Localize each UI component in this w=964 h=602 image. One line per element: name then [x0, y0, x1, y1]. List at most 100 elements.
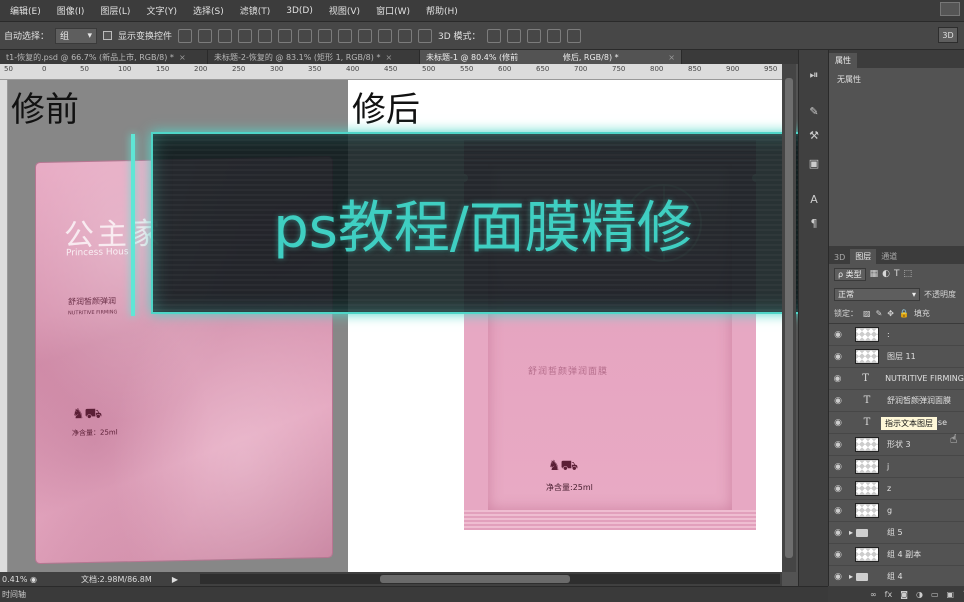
menu-3d[interactable]: 3D(D): [278, 6, 321, 16]
history-icon[interactable]: ⏯: [805, 66, 823, 84]
menu-select[interactable]: 选择(S): [185, 4, 232, 17]
layer-row[interactable]: ◉ j: [829, 456, 964, 478]
eye-icon[interactable]: ◉: [829, 528, 847, 538]
menu-edit[interactable]: 编辑(E): [2, 4, 49, 17]
close-icon[interactable]: ×: [179, 53, 186, 62]
scroll-thumb[interactable]: [380, 575, 570, 583]
eye-icon[interactable]: ◉: [829, 374, 846, 384]
rotate-3d-icon[interactable]: [486, 28, 501, 43]
eye-icon[interactable]: ◉: [829, 440, 847, 450]
filter-text-icon[interactable]: T: [894, 269, 900, 279]
menu-help[interactable]: 帮助(H): [418, 4, 466, 17]
adjustment-icon[interactable]: ◑: [916, 590, 923, 599]
eye-icon[interactable]: ◉: [829, 330, 847, 340]
link-icon[interactable]: ∞: [870, 590, 877, 599]
expand-arrow-icon[interactable]: ▸: [849, 572, 853, 581]
filter-kind-select[interactable]: ρ 类型: [834, 267, 866, 281]
align-top-icon[interactable]: [178, 28, 193, 43]
close-icon[interactable]: ×: [385, 53, 392, 62]
distribute-middle-icon[interactable]: [318, 28, 333, 43]
menu-view[interactable]: 视图(V): [321, 4, 368, 17]
lock-paint-icon[interactable]: ✎: [876, 309, 883, 318]
align-middle-icon[interactable]: [198, 28, 213, 43]
drag-3d-icon[interactable]: [526, 28, 541, 43]
lock-all-icon[interactable]: 🔒: [899, 309, 909, 318]
align-center-icon[interactable]: [258, 28, 273, 43]
document-tab[interactable]: 未标题-2-恢复的 @ 83.1% (矩形 1, RGB/8) * ×: [208, 50, 420, 64]
show-transform-checkbox[interactable]: [103, 31, 113, 40]
mask-icon[interactable]: ◙: [900, 590, 908, 599]
eye-icon[interactable]: ◉: [829, 352, 847, 362]
align-right-icon[interactable]: [278, 28, 293, 43]
3d-button[interactable]: 3D: [938, 27, 958, 43]
distribute-right-icon[interactable]: [398, 28, 413, 43]
layer-row[interactable]: ◉ g: [829, 500, 964, 522]
distribute-left-icon[interactable]: [358, 28, 373, 43]
layer-row[interactable]: ◉ 组 4 副本: [829, 544, 964, 566]
clone-source-icon[interactable]: ▣: [805, 154, 823, 172]
vertical-scrollbar[interactable]: [782, 64, 796, 572]
expand-arrow-icon[interactable]: ▸: [849, 528, 853, 537]
menu-filter[interactable]: 滤镜(T): [232, 4, 279, 17]
tools-icon[interactable]: ⚒: [805, 126, 823, 144]
filter-pixel-icon[interactable]: ▦: [870, 269, 879, 279]
document-tab[interactable]: t1-恢复的.psd @ 66.7% (新品上市, RGB/8) * ×: [0, 50, 208, 64]
timeline-tab[interactable]: 时间轴: [2, 589, 26, 600]
new-group-icon[interactable]: ▭: [931, 590, 939, 599]
lock-pixels-icon[interactable]: ▨: [863, 309, 871, 318]
layer-row[interactable]: ◉ z: [829, 478, 964, 500]
tab-layers[interactable]: 图层: [850, 249, 877, 264]
scale-3d-icon[interactable]: [566, 28, 581, 43]
status-bar: 0.41% ◉ 文档:2.98M/86.8M ▶: [0, 572, 782, 586]
menu-image[interactable]: 图像(I): [49, 4, 93, 17]
eye-icon[interactable]: ◉: [829, 462, 847, 472]
character-icon[interactable]: A: [805, 190, 823, 208]
layer-row[interactable]: ◉ T 舒润皙颜弹润面膜: [829, 390, 964, 412]
menu-window[interactable]: 窗口(W): [368, 4, 418, 17]
filter-shape-icon[interactable]: ⬚: [904, 269, 913, 279]
lock-position-icon[interactable]: ✥: [887, 309, 894, 318]
roll-3d-icon[interactable]: [506, 28, 521, 43]
layer-row[interactable]: ◉ ▸ 组 4: [829, 566, 964, 588]
layer-row[interactable]: ◉ ▸ 组 5: [829, 522, 964, 544]
horizontal-scrollbar[interactable]: [200, 574, 780, 584]
close-icon[interactable]: ×: [668, 53, 675, 62]
menu-type[interactable]: 文字(Y): [138, 4, 185, 17]
eye-icon[interactable]: ◉: [829, 396, 847, 406]
layer-row[interactable]: ◉ 形状 3: [829, 434, 964, 456]
menu-layer[interactable]: 图层(L): [92, 4, 138, 17]
zoom-level[interactable]: 0.41%: [0, 575, 30, 584]
fx-icon[interactable]: fx: [885, 590, 893, 599]
document-tab-active[interactable]: 未标题-1 @ 80.4% (修前 修后, RGB/8) * ×: [420, 50, 682, 64]
auto-select-dropdown[interactable]: 组 ▾: [55, 27, 98, 44]
eye-icon[interactable]: ◉: [829, 418, 847, 428]
layer-row[interactable]: ◉:: [829, 324, 964, 346]
blend-mode-select[interactable]: 正常 ▾: [834, 287, 920, 301]
ruler-tick-label: 150: [156, 65, 170, 73]
align-left-icon[interactable]: [238, 28, 253, 43]
auto-align-icon[interactable]: [418, 28, 433, 43]
filter-adjust-icon[interactable]: ◐: [882, 269, 890, 279]
eye-icon[interactable]: ◉: [829, 484, 847, 494]
tab-3d[interactable]: 3D: [829, 251, 850, 264]
eye-icon[interactable]: ◉: [829, 506, 847, 516]
align-bottom-icon[interactable]: [218, 28, 233, 43]
window-control-button[interactable]: [940, 2, 960, 16]
eye-icon[interactable]: ◉: [829, 572, 847, 582]
eye-icon[interactable]: ◉: [829, 550, 847, 560]
new-layer-icon[interactable]: ▣: [947, 590, 955, 599]
scroll-thumb[interactable]: [785, 78, 793, 558]
layer-row[interactable]: ◉ 图层 11: [829, 346, 964, 368]
properties-tab[interactable]: 属性: [829, 53, 857, 68]
status-menu-icon[interactable]: ◉: [30, 575, 37, 584]
distribute-bottom-icon[interactable]: [338, 28, 353, 43]
layer-row[interactable]: ◉ T NUTRITIVE FIRMING: [829, 368, 964, 390]
distribute-center-icon[interactable]: [378, 28, 393, 43]
slide-3d-icon[interactable]: [546, 28, 561, 43]
ruler-tick-label: 250: [232, 65, 246, 73]
play-icon[interactable]: ▶: [172, 575, 178, 584]
brush-icon[interactable]: ✎: [805, 102, 823, 120]
distribute-top-icon[interactable]: [298, 28, 313, 43]
tab-channels[interactable]: 通道: [876, 249, 902, 264]
paragraph-icon[interactable]: ¶: [805, 214, 823, 232]
